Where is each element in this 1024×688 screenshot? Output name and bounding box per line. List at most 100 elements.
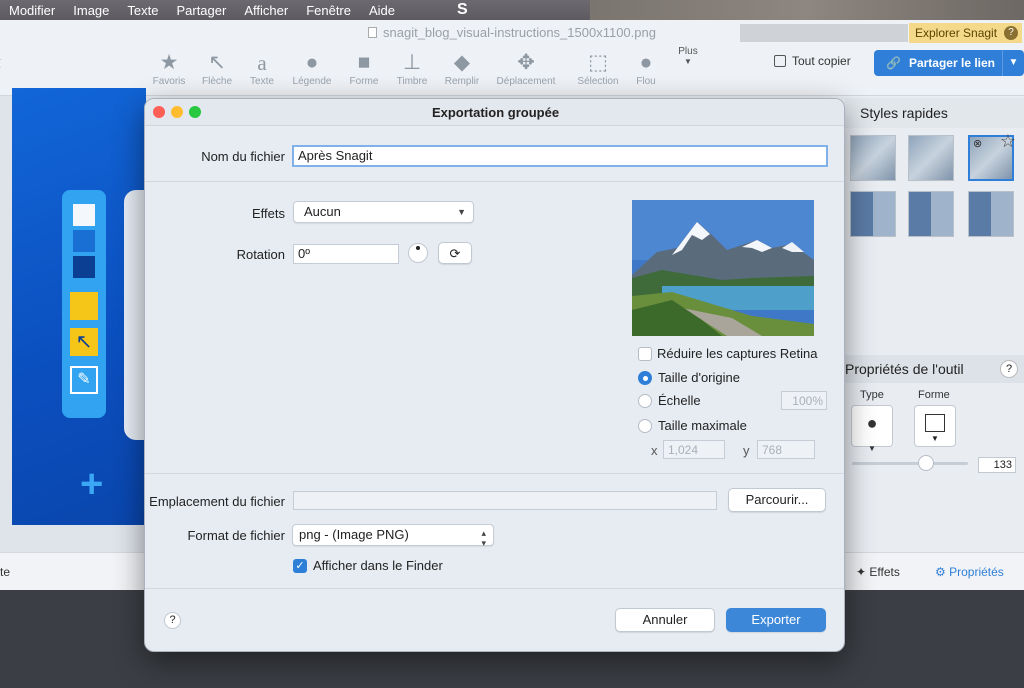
effects-select[interactable]: Aucun ▼ <box>293 201 474 223</box>
location-input[interactable] <box>293 491 717 510</box>
max-height-input[interactable]: 768 <box>757 440 815 459</box>
explore-snagit-button[interactable]: Explorer Snagit ? <box>909 23 1022 43</box>
tool-legende[interactable]: ● Légende <box>284 50 340 87</box>
max-width-input[interactable]: 1,024 <box>663 440 725 459</box>
explore-snagit-label: Explorer Snagit <box>915 26 998 40</box>
properties-tab-label: Propriétés <box>949 565 1004 579</box>
share-link-button[interactable]: 🔗 Partager le lien ▼ <box>874 50 1024 76</box>
effects-label: Effets <box>251 206 285 221</box>
copy-all-button[interactable]: Tout copier <box>774 54 851 68</box>
size-value-field[interactable]: 133 <box>978 457 1016 473</box>
tool-remplir-label: Remplir <box>444 76 480 87</box>
rotate-button[interactable]: ⟳ <box>438 242 472 264</box>
export-button[interactable]: Exporter <box>726 608 826 632</box>
favorite-star-icon[interactable]: ☆ <box>1000 131 1016 152</box>
menu-bar: Modifier Image Texte Partager Afficher F… <box>0 0 1024 20</box>
dial-indicator <box>416 246 420 250</box>
properties-tab[interactable]: ⚙ Propriétés <box>935 565 1004 579</box>
help-button[interactable]: ? <box>164 612 181 629</box>
tool-deplacement-label: Déplacement <box>496 76 556 87</box>
x-label: x <box>651 443 658 458</box>
menu-texte[interactable]: Texte <box>118 3 167 18</box>
tool-properties-header: Propriétés de l'outil ? <box>845 355 1024 383</box>
quick-style-2[interactable] <box>908 135 954 181</box>
type-label: Type <box>860 389 884 401</box>
remove-style-icon[interactable]: ⊗ <box>973 137 982 150</box>
slider-handle[interactable] <box>918 455 934 471</box>
filename-input[interactable]: Après Snagit <box>292 145 828 167</box>
share-dropdown-icon[interactable]: ▼ <box>1002 50 1024 76</box>
rotation-dial[interactable] <box>408 243 428 263</box>
close-window-button[interactable] <box>153 106 165 118</box>
quick-style-5[interactable] <box>908 191 954 237</box>
numbers-icon <box>70 292 98 320</box>
tool-deplacement[interactable]: ✥ Déplacement <box>496 50 556 87</box>
menu-image[interactable]: Image <box>64 3 118 18</box>
arrow-icon: ↖ <box>70 328 98 356</box>
fill-bucket-icon: ◆ <box>453 51 471 74</box>
menu-modifier[interactable]: Modifier <box>0 3 64 18</box>
updown-chevron-icon: ▴ ▾ <box>481 528 486 548</box>
tool-partial[interactable]: ‹ <box>0 50 26 76</box>
format-select-value: png - (Image PNG) <box>299 527 409 542</box>
move-icon: ✥ <box>517 51 535 74</box>
menu-aide[interactable]: Aide <box>360 3 404 18</box>
divider <box>145 473 844 474</box>
retina-checkbox[interactable] <box>638 347 652 361</box>
plus-icon: + <box>80 462 104 506</box>
window-title: snagit_blog_visual-instructions_1500x110… <box>383 25 656 40</box>
quick-style-3[interactable]: ⊗ ☆ <box>968 131 1016 181</box>
tool-properties-title: Propriétés de l'outil <box>845 361 964 377</box>
tool-forme-label: Forme <box>349 76 379 87</box>
stamp-icon: ⊥ <box>402 51 422 74</box>
browse-button[interactable]: Parcourir... <box>728 488 826 512</box>
shape-dropdown[interactable]: ▼ <box>914 405 956 447</box>
menu-fenetre[interactable]: Fenêtre <box>297 3 360 18</box>
swatch-navy <box>73 256 95 278</box>
swatch-white <box>73 204 95 226</box>
original-size-label: Taille d'origine <box>658 370 740 385</box>
max-size-radio[interactable] <box>638 419 652 433</box>
show-in-finder-checkbox[interactable]: ✓ <box>293 559 307 573</box>
tool-legende-label: Légende <box>292 76 332 87</box>
tool-texte[interactable]: a Texte <box>234 50 290 87</box>
scale-radio[interactable] <box>638 394 652 408</box>
original-size-radio[interactable] <box>638 371 652 385</box>
location-label: Emplacement du fichier <box>149 494 285 509</box>
help-icon[interactable]: ? <box>1000 360 1018 378</box>
menu-partager[interactable]: Partager <box>167 3 235 18</box>
cancel-button[interactable]: Annuler <box>615 608 715 632</box>
menu-afficher[interactable]: Afficher <box>235 3 297 18</box>
tool-remplir[interactable]: ◆ Remplir <box>434 50 490 87</box>
quick-style-4[interactable] <box>850 191 896 237</box>
scale-input[interactable]: 100% <box>781 391 827 410</box>
zoom-window-button[interactable] <box>189 106 201 118</box>
max-size-label: Taille maximale <box>658 418 747 433</box>
snagit-logo-icon[interactable]: S <box>448 1 477 19</box>
text-icon: a <box>257 51 267 75</box>
filename-label: Nom du fichier <box>201 149 285 164</box>
effects-tab[interactable]: ✦ Effets <box>856 565 900 579</box>
tool-flou-label: Flou <box>636 76 656 87</box>
help-icon[interactable]: ? <box>1004 26 1018 40</box>
type-dropdown[interactable]: ● ▼ <box>851 405 893 453</box>
bottom-left-label: te <box>0 565 11 579</box>
size-slider[interactable] <box>852 462 968 465</box>
tool-timbre[interactable]: ⊥ Timbre <box>384 50 440 87</box>
swatch-blue <box>73 230 95 252</box>
link-icon: 🔗 <box>886 56 901 70</box>
shape-label: Forme <box>918 389 950 401</box>
scale-label: Échelle <box>658 393 701 408</box>
callout-icon: ● <box>305 51 319 74</box>
quick-style-1[interactable] <box>850 135 896 181</box>
edit-icon: ✎ <box>70 366 98 394</box>
rotation-input[interactable]: 0º <box>293 244 399 264</box>
dialog-title: Exportation groupée <box>145 99 844 126</box>
quick-style-6[interactable] <box>968 191 1014 237</box>
format-select[interactable]: png - (Image PNG) ▴ ▾ <box>292 524 494 548</box>
toolbar: ‹ ★Favoris ↖Flèche aTexte ●Légende ■Form… <box>0 46 1024 96</box>
copy-all-label: Tout copier <box>792 54 851 68</box>
minimize-window-button[interactable] <box>171 106 183 118</box>
more-tools-button[interactable]: Plus ▼ <box>660 46 716 66</box>
show-in-finder-label: Afficher dans le Finder <box>313 558 443 573</box>
